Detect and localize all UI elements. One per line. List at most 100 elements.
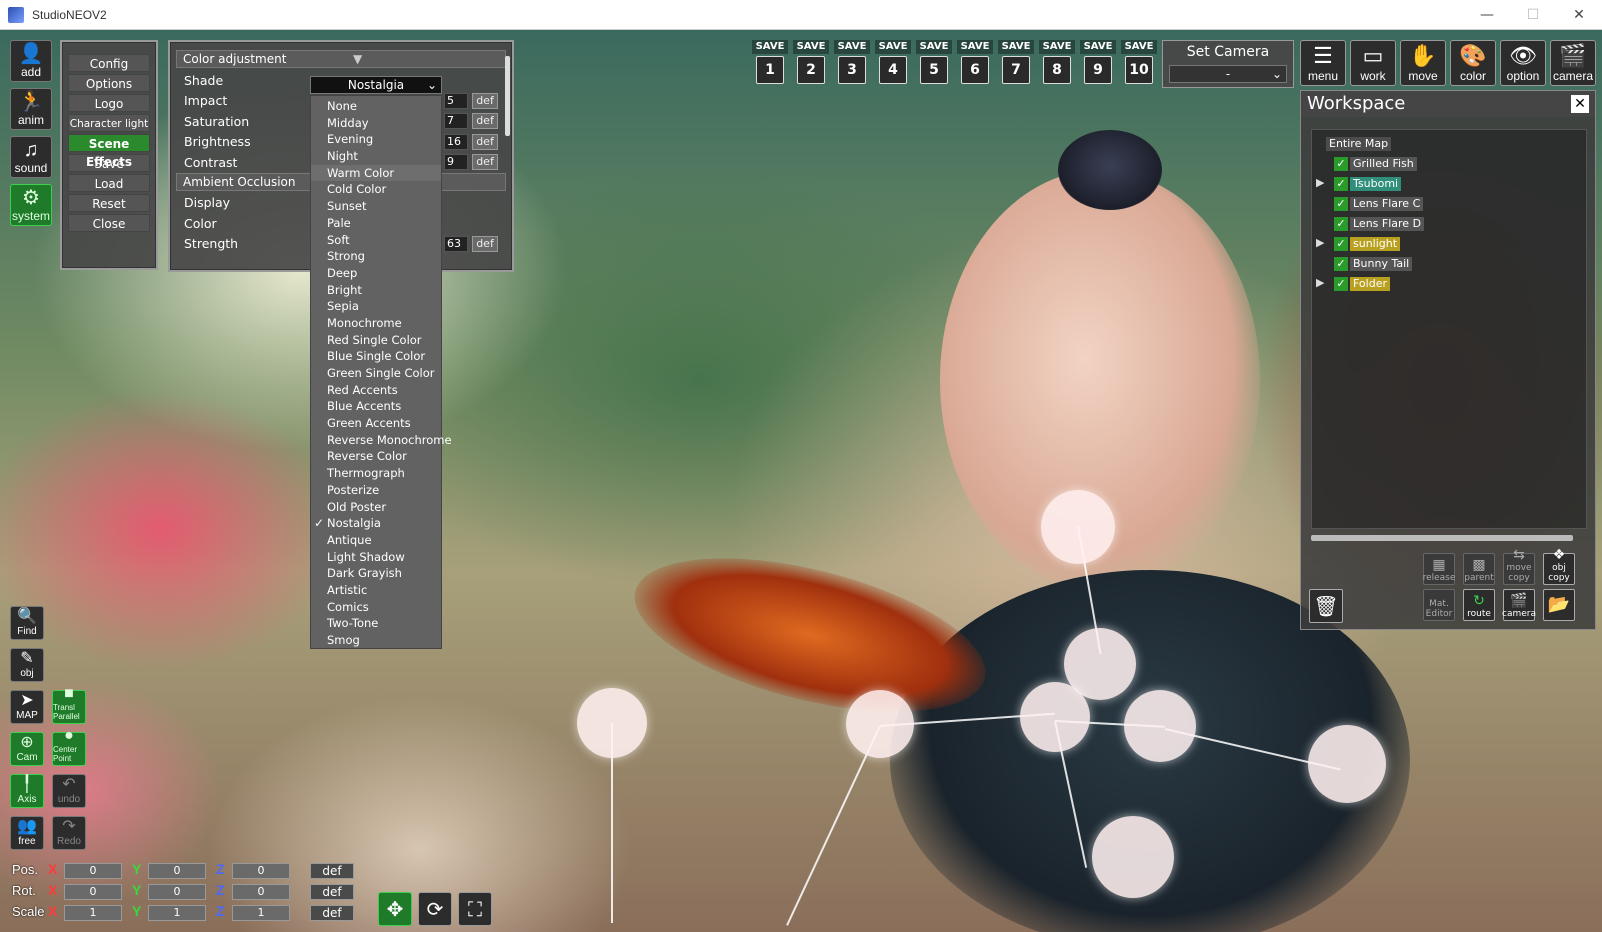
save-slot-3[interactable]: SAVE 3 [834, 40, 870, 88]
shade-option[interactable]: Thermograph [311, 465, 441, 482]
shade-option[interactable]: Evening [311, 131, 441, 148]
shade-select[interactable]: Nostalgia ⌄ [310, 76, 442, 94]
ik-joint-shoulder[interactable] [1124, 690, 1196, 762]
save-slot-4[interactable]: SAVE 4 [875, 40, 911, 88]
workspace-scrollbar[interactable] [1311, 535, 1573, 541]
visibility-checkbox[interactable]: ✓ [1334, 157, 1348, 171]
shade-option[interactable]: Artistic [311, 582, 441, 599]
shade-option[interactable]: Green Accents [311, 415, 441, 432]
pos-def-button[interactable]: def [310, 863, 354, 879]
mat-editor-button[interactable]: Mat. Editor [1423, 589, 1455, 621]
tree-item-root[interactable]: Entire Map [1312, 134, 1586, 154]
shade-option[interactable]: Smog [311, 632, 441, 649]
scale-y-input[interactable]: 1 [148, 905, 206, 921]
expand-arrow-icon[interactable]: ▶ [1316, 236, 1324, 249]
tree-item[interactable]: ✓ Bunny Tail [1312, 254, 1586, 274]
menu-options[interactable]: Options [68, 74, 150, 92]
shade-option[interactable]: Dark Grayish [311, 565, 441, 582]
shade-option[interactable]: Posterize [311, 482, 441, 499]
workspace-close-button[interactable]: ✕ [1571, 95, 1589, 113]
ik-joint-hand-left[interactable] [577, 688, 647, 758]
camera-button[interactable]: 🎬 camera [1502, 589, 1536, 621]
shade-option[interactable]: Pale [311, 215, 441, 232]
camera-icon-button[interactable]: 🎬 camera [1550, 40, 1596, 86]
expand-arrow-icon[interactable]: ▶ [1316, 276, 1324, 289]
shade-option[interactable]: Nostalgia [311, 515, 441, 532]
saturation-def-button[interactable]: def [472, 113, 498, 130]
visibility-checkbox[interactable]: ✓ [1334, 197, 1348, 211]
shade-option[interactable]: Reverse Color [311, 448, 441, 465]
anim-tool-button[interactable]: 🏃 anim [10, 88, 52, 130]
ik-joint-shoulder-left[interactable] [1308, 725, 1386, 803]
menu-icon-button[interactable]: ☰ menu [1300, 40, 1346, 86]
shade-option[interactable]: Reverse Monochrome [311, 432, 452, 449]
rotate-gizmo-button[interactable]: ⟳ [418, 892, 452, 926]
shade-option[interactable]: Red Accents [311, 382, 441, 399]
maximize-button[interactable]: ☐ [1510, 0, 1556, 30]
pos-z-input[interactable]: 0 [232, 863, 290, 879]
save-slot-8[interactable]: SAVE 8 [1039, 40, 1075, 88]
shade-option[interactable]: Green Single Color [311, 365, 441, 382]
folder-button[interactable]: 📂 [1543, 589, 1575, 621]
brightness-def-button[interactable]: def [472, 133, 498, 150]
shade-option[interactable]: Blue Accents [311, 398, 441, 415]
add-tool-button[interactable]: 👤 add [10, 40, 52, 82]
center-point-button[interactable]: ● Center Point [52, 727, 86, 766]
undo-button[interactable]: ↶ undo [52, 774, 86, 808]
rot-x-input[interactable]: 0 [64, 884, 122, 900]
axis-button[interactable]: ╿ Axis [10, 774, 44, 808]
obj-button[interactable]: ✎ obj [10, 648, 44, 682]
ik-joint-chest[interactable] [1020, 682, 1090, 752]
option-icon-button[interactable]: 👁 option [1500, 40, 1546, 86]
impact-def-button[interactable]: def [472, 92, 498, 109]
shade-option[interactable]: Light Shadow [311, 549, 441, 566]
shade-option[interactable]: Antique [311, 532, 441, 549]
strength-def-button[interactable]: def [472, 235, 498, 252]
shade-option[interactable]: Deep [311, 265, 441, 282]
menu-load[interactable]: Load [68, 174, 150, 192]
move-copy-button[interactable]: ⇆ move copy [1503, 547, 1535, 585]
scale-x-input[interactable]: 1 [64, 905, 122, 921]
visibility-checkbox[interactable]: ✓ [1334, 177, 1348, 191]
set-camera-select[interactable]: - ⌄ [1169, 65, 1287, 83]
tree-item[interactable]: ▶ ✓ Folder [1312, 274, 1586, 294]
release-button[interactable]: ▦ release [1423, 553, 1455, 585]
tree-item[interactable]: ✓ Lens Flare C [1312, 194, 1586, 214]
menu-reset[interactable]: Reset [68, 194, 150, 212]
visibility-checkbox[interactable]: ✓ [1334, 257, 1348, 271]
save-slot-1[interactable]: SAVE 1 [752, 40, 788, 88]
minimize-button[interactable]: — [1464, 0, 1510, 30]
tree-item[interactable]: ▶ ✓ sunlight [1312, 234, 1586, 254]
menu-scene-effects[interactable]: Scene Effects [68, 134, 150, 169]
menu-save[interactable]: Save [68, 154, 150, 172]
menu-config[interactable]: Config [68, 54, 150, 72]
free-button[interactable]: 👥 free [10, 816, 44, 850]
color-adjustment-header[interactable]: Color adjustment ▼ [176, 50, 506, 68]
shade-option[interactable]: Bright [311, 282, 441, 299]
color-icon-button[interactable]: 🎨 color [1450, 40, 1496, 86]
tree-item[interactable]: ▶ ✓ Tsubomi [1312, 174, 1586, 194]
visibility-checkbox[interactable]: ✓ [1334, 277, 1348, 291]
strength-value[interactable]: 63 [444, 235, 468, 252]
shade-option[interactable]: None [311, 98, 441, 115]
scale-gizmo-button[interactable]: ⛶ [458, 892, 492, 926]
shade-option[interactable]: Night [311, 148, 441, 165]
impact-value[interactable]: 5 [444, 92, 468, 109]
tree-item[interactable]: ✓ Lens Flare D [1312, 214, 1586, 234]
move-gizmo-button[interactable]: ✥ [378, 892, 412, 926]
shade-option[interactable]: Red Single Color [311, 332, 441, 349]
save-slot-5[interactable]: SAVE 5 [916, 40, 952, 88]
save-slot-6[interactable]: SAVE 6 [957, 40, 993, 88]
shade-option[interactable]: Monochrome [311, 315, 441, 332]
expand-arrow-icon[interactable]: ▶ [1316, 176, 1324, 189]
map-button[interactable]: ➤ MAP [10, 690, 44, 724]
menu-character-light[interactable]: Character light [68, 114, 150, 132]
route-button[interactable]: ↻ route [1463, 589, 1495, 621]
obj-copy-button[interactable]: ❖ obj copy [1543, 547, 1575, 585]
menu-close[interactable]: Close [68, 214, 150, 232]
brightness-value[interactable]: 16 [444, 133, 468, 150]
shade-option[interactable]: Sunset [311, 198, 441, 215]
shade-option[interactable]: Soft [311, 232, 441, 249]
contrast-value[interactable]: 9 [444, 154, 468, 171]
shade-option[interactable]: Old Poster [311, 499, 441, 516]
